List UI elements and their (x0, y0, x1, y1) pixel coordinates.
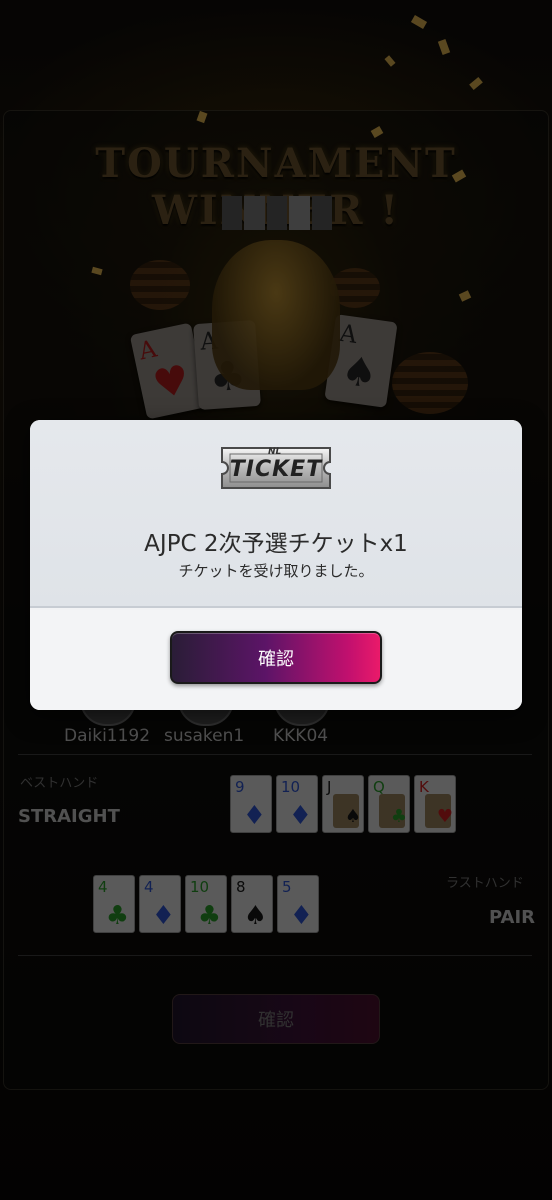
ticket-logo: NL (268, 447, 282, 457)
dialog-header-area: NL TICKET AJPC 2次予選チケットx1 チケットを受け取りました。 (30, 420, 522, 608)
ticket-badge-label: TICKET (229, 457, 323, 482)
dialog-message: チケットを受け取りました。 (178, 562, 374, 580)
dialog-title: AJPC 2次予選チケットx1 (144, 531, 408, 557)
ticket-received-dialog: NL TICKET AJPC 2次予選チケットx1 チケットを受け取りました。 … (30, 420, 522, 710)
confirm-button[interactable]: 確認 (170, 631, 382, 684)
ticket-badge: NL TICKET (218, 444, 334, 492)
